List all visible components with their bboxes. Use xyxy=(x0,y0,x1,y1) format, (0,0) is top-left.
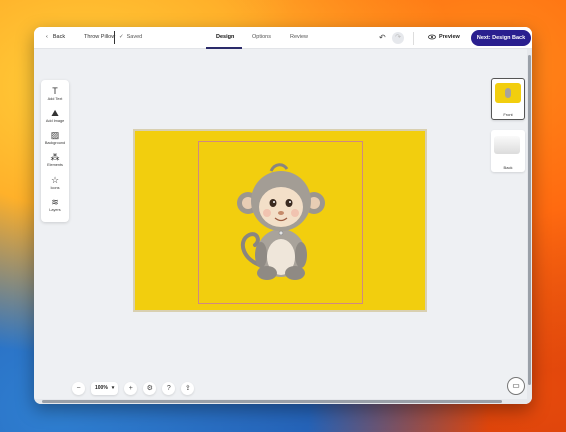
redo-icon[interactable]: ↷ xyxy=(392,32,404,44)
saved-label: Saved xyxy=(126,34,143,40)
checkmark-icon: ✓ xyxy=(119,34,124,40)
active-tab-indicator xyxy=(206,47,242,49)
zoom-in-button[interactable]: + xyxy=(124,381,138,395)
settings-icon[interactable]: ⚙ xyxy=(143,381,157,395)
app-window: ‹ Back Throw Pillow ✓ Saved Design Optio… xyxy=(34,27,532,404)
undo-icon[interactable]: ↶ xyxy=(379,33,386,42)
top-bar: ‹ Back Throw Pillow ✓ Saved Design Optio… xyxy=(34,27,532,49)
product-title: Throw Pillow xyxy=(84,34,116,40)
zoom-select[interactable]: 100% ▾ xyxy=(91,381,119,395)
divider xyxy=(114,31,115,44)
layers-tool[interactable]: ≋ Layers xyxy=(41,197,69,212)
tab-review[interactable]: Review xyxy=(290,34,308,40)
tab-design[interactable]: Design xyxy=(216,34,234,40)
icons-tool[interactable]: ☆ Icons xyxy=(41,175,69,190)
help-icon[interactable]: ? xyxy=(162,381,176,395)
eye-icon xyxy=(428,34,436,40)
tool-label: Add Text xyxy=(47,97,63,101)
save-status: ✓ Saved xyxy=(119,34,142,40)
chat-support-icon[interactable]: ▭ xyxy=(507,377,525,395)
back-button[interactable]: ‹ Back xyxy=(46,34,65,40)
monkey-image[interactable] xyxy=(235,161,325,281)
thumbnail-back[interactable]: Back xyxy=(491,130,525,172)
tool-label: Icons xyxy=(50,186,60,190)
tool-label: Background xyxy=(44,141,66,145)
zoom-value: 100% xyxy=(95,385,108,391)
star-icon: ☆ xyxy=(50,175,60,185)
elements-icon: ⁂ xyxy=(50,152,60,162)
thumbnail-label: Back xyxy=(503,165,513,170)
horizontal-scrollbar[interactable] xyxy=(34,399,532,404)
background-icon: ▨ xyxy=(50,130,60,140)
tool-label: Add Image xyxy=(45,119,65,123)
tool-label: Layers xyxy=(49,208,61,212)
zoom-out-button[interactable]: − xyxy=(72,381,85,395)
text-icon: T xyxy=(52,86,58,96)
horizontal-scroll-thumb[interactable] xyxy=(42,400,502,403)
back-label: Back xyxy=(52,34,66,40)
add-text-tool[interactable]: T Add Text xyxy=(41,86,69,101)
chevron-left-icon: ‹ xyxy=(46,34,48,40)
preview-button[interactable]: Preview xyxy=(428,34,460,40)
divider xyxy=(413,32,414,45)
add-image-tool[interactable]: ⛰ Add Image xyxy=(41,108,69,123)
next-design-back-button[interactable]: Next: Design Back xyxy=(471,30,531,46)
tab-options[interactable]: Options xyxy=(252,34,271,40)
design-canvas[interactable] xyxy=(133,129,427,312)
share-icon[interactable]: ⇪ xyxy=(181,381,195,395)
preview-label: Preview xyxy=(439,34,460,40)
front-thumbnail-image xyxy=(495,83,521,103)
back-thumbnail-image xyxy=(494,136,520,154)
vertical-scrollbar[interactable] xyxy=(527,49,532,399)
caret-down-icon: ▾ xyxy=(111,385,115,391)
monkey-thumbnail xyxy=(505,88,511,98)
tool-label: Elements xyxy=(47,163,63,167)
layers-icon: ≋ xyxy=(51,197,59,207)
elements-tool[interactable]: ⁂ Elements xyxy=(41,152,69,167)
thumbnail-label: Front xyxy=(503,112,513,117)
vertical-scroll-thumb[interactable] xyxy=(528,55,531,385)
thumbnail-front[interactable]: Front xyxy=(491,78,525,120)
zoom-controls: − 100% ▾ + ⚙ ? ⇪ xyxy=(72,381,195,395)
background-tool[interactable]: ▨ Background xyxy=(41,130,69,145)
left-toolbar: T Add Text ⛰ Add Image ▨ Background ⁂ El… xyxy=(41,80,69,222)
image-upload-icon: ⛰ xyxy=(51,108,59,118)
